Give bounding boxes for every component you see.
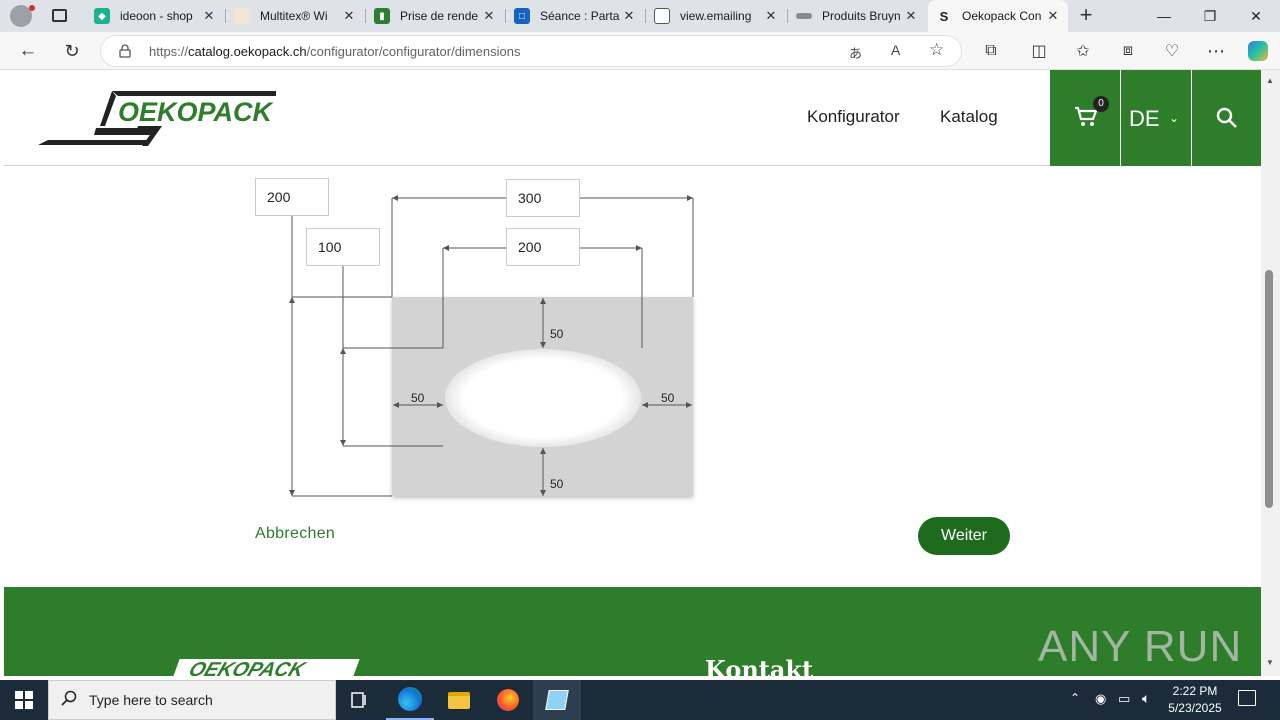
close-tab-icon[interactable]: ✕ (622, 9, 636, 23)
browser-essentials-icon[interactable]: ♡ (1158, 37, 1186, 65)
width-input[interactable] (506, 179, 580, 217)
nav-katalog[interactable]: Katalog (940, 107, 998, 127)
shopping-cart-icon (1074, 106, 1098, 133)
dimension-diagram: 50 50 50 50 (4, 166, 1261, 506)
left-margin-label: 50 (411, 391, 425, 405)
translate-icon[interactable]: あ (849, 43, 862, 62)
minimize-window-icon[interactable]: — (1141, 0, 1187, 32)
meet-now-icon[interactable]: ◉ (1095, 691, 1106, 707)
oekopack-favicon-icon: S (939, 8, 949, 24)
language-label: DE (1129, 106, 1160, 131)
refresh-icon[interactable]: ↻ (58, 37, 86, 65)
cart-button[interactable]: 0 (1050, 70, 1120, 166)
top-margin-label: 50 (550, 327, 564, 341)
windows-taskbar: Type here to search ⌃ ◉ ▭ 🔈︎ 2:22 PM 5/2… (0, 680, 1280, 720)
tab-actions-icon[interactable] (52, 9, 67, 22)
close-tab-icon[interactable]: ✕ (904, 9, 918, 23)
bruynzeel-favicon-icon (796, 13, 812, 19)
footer-contact-heading: Kontakt (705, 655, 814, 676)
tab-multitex[interactable]: Multitex® Wi ✕ (226, 0, 364, 32)
firefox-icon[interactable] (484, 680, 532, 720)
scroll-up-icon[interactable]: ▲ (1266, 76, 1274, 85)
bottom-margin-label: 50 (550, 477, 564, 491)
notepad-icon[interactable] (533, 680, 581, 720)
logo-wordmark: OEKOPACK (118, 97, 273, 127)
search-button[interactable] (1192, 70, 1261, 166)
cart-count-badge: 0 (1093, 96, 1109, 112)
close-tab-icon[interactable]: ✕ (1046, 9, 1060, 23)
file-explorer-icon[interactable] (435, 680, 483, 720)
network-icon[interactable]: ▭ (1118, 691, 1130, 707)
url-text: https://catalog.oekopack.ch/configurator… (149, 44, 521, 59)
site-footer: OEKOPACK Kontakt ANY RUN (4, 587, 1261, 676)
tab-prise-de-rendez-vous[interactable]: ▮ Prise de rende ✕ (366, 0, 504, 32)
tab-ideoon[interactable]: ◆ ideoon - shop ✕ (86, 0, 224, 32)
close-window-icon[interactable]: ✕ (1233, 0, 1279, 32)
multitex-favicon-icon (234, 8, 250, 24)
chevron-down-icon: ⌄ (1169, 111, 1180, 125)
tab-oekopack-configurator[interactable]: S Oekopack Con ✕ (928, 0, 1068, 32)
clock-time: 2:22 PM (1172, 684, 1218, 698)
new-tab-plus-icon[interactable]: + (1075, 4, 1097, 28)
clock-date: 5/23/2025 (1168, 701, 1222, 715)
favorites-icon[interactable]: ✩ (1069, 37, 1097, 65)
hole-height-input[interactable] (306, 228, 380, 266)
ideoon-favicon-icon: ◆ (94, 8, 110, 24)
show-hidden-icons-icon[interactable]: ⌃ (1070, 691, 1080, 705)
hole-width-input[interactable] (506, 228, 580, 266)
document-favicon-icon (654, 8, 670, 24)
next-button[interactable]: Weiter (918, 517, 1010, 555)
footer-logo: OEKOPACK (172, 659, 360, 676)
nav-konfigurator[interactable]: Konfigurator (807, 107, 900, 127)
anyrun-watermark: ANY RUN (1038, 622, 1243, 671)
browser-tab-strip: ◆ ideoon - shop ✕ Multitex® Wi ✕ ▮ Prise… (0, 0, 1280, 32)
calendar-favicon-icon: ▮ (374, 8, 390, 24)
right-margin-label: 50 (661, 391, 675, 405)
tab-view-emailing[interactable]: view.emailing ✕ (646, 0, 786, 32)
oekopack-logo[interactable]: OEKOPACK (38, 88, 278, 150)
edge-taskbar-icon[interactable] (386, 680, 434, 720)
profile-notification-dot (29, 5, 35, 11)
language-selector[interactable]: DE ⌄ (1121, 70, 1191, 166)
taskbar-search-placeholder: Type here to search (89, 692, 213, 708)
close-tab-icon[interactable]: ✕ (202, 9, 216, 23)
lock-icon (119, 44, 131, 58)
web-page: OEKOPACK Konfigurator Katalog 0 DE ⌄ 200… (4, 70, 1261, 676)
extensions-icon[interactable]: ⧉ (977, 37, 1005, 65)
close-tab-icon[interactable]: ✕ (342, 9, 356, 23)
close-tab-icon[interactable]: ✕ (482, 9, 496, 23)
address-bar[interactable]: https://catalog.oekopack.ch/configurator… (100, 35, 962, 67)
favorite-star-icon[interactable]: ☆ (929, 40, 944, 60)
browser-toolbar: ← ↻ https://catalog.oekopack.ch/configur… (0, 32, 1280, 70)
close-tab-icon[interactable]: ✕ (764, 9, 778, 23)
seance-favicon-icon: □ (514, 8, 530, 24)
cancel-link[interactable]: Abbrechen (255, 525, 335, 543)
split-screen-icon[interactable]: ◫ (1025, 37, 1053, 65)
taskbar-clock[interactable]: 2:22 PM 5/23/2025 (1158, 683, 1232, 717)
search-icon (61, 690, 77, 711)
tab-produits-bruynzeel[interactable]: Produits Bruyn ✕ (788, 0, 926, 32)
collections-icon[interactable]: ⧈ (1114, 37, 1142, 65)
windows-start-icon[interactable] (0, 680, 48, 720)
search-icon (1216, 107, 1238, 134)
read-aloud-icon[interactable]: A (891, 42, 900, 58)
height-input[interactable] (255, 178, 329, 216)
page-scrollbar[interactable]: ▲ ▼ (1261, 70, 1280, 676)
settings-more-icon[interactable]: ⋯ (1202, 37, 1230, 65)
scroll-down-icon[interactable]: ▼ (1266, 658, 1274, 667)
back-arrow-icon[interactable]: ← (14, 37, 42, 65)
tab-seance[interactable]: □ Séance : Parta ✕ (506, 0, 644, 32)
site-header: OEKOPACK Konfigurator Katalog 0 DE ⌄ (4, 70, 1261, 166)
copilot-icon[interactable] (1244, 37, 1272, 65)
notifications-icon[interactable] (1238, 690, 1256, 706)
taskbar-search-box[interactable]: Type here to search (48, 680, 336, 720)
scrollbar-thumb[interactable] (1265, 270, 1273, 508)
restore-window-icon[interactable]: ❐ (1187, 0, 1233, 32)
task-view-icon[interactable] (336, 680, 384, 720)
volume-icon[interactable]: 🔈︎ (1142, 690, 1150, 707)
